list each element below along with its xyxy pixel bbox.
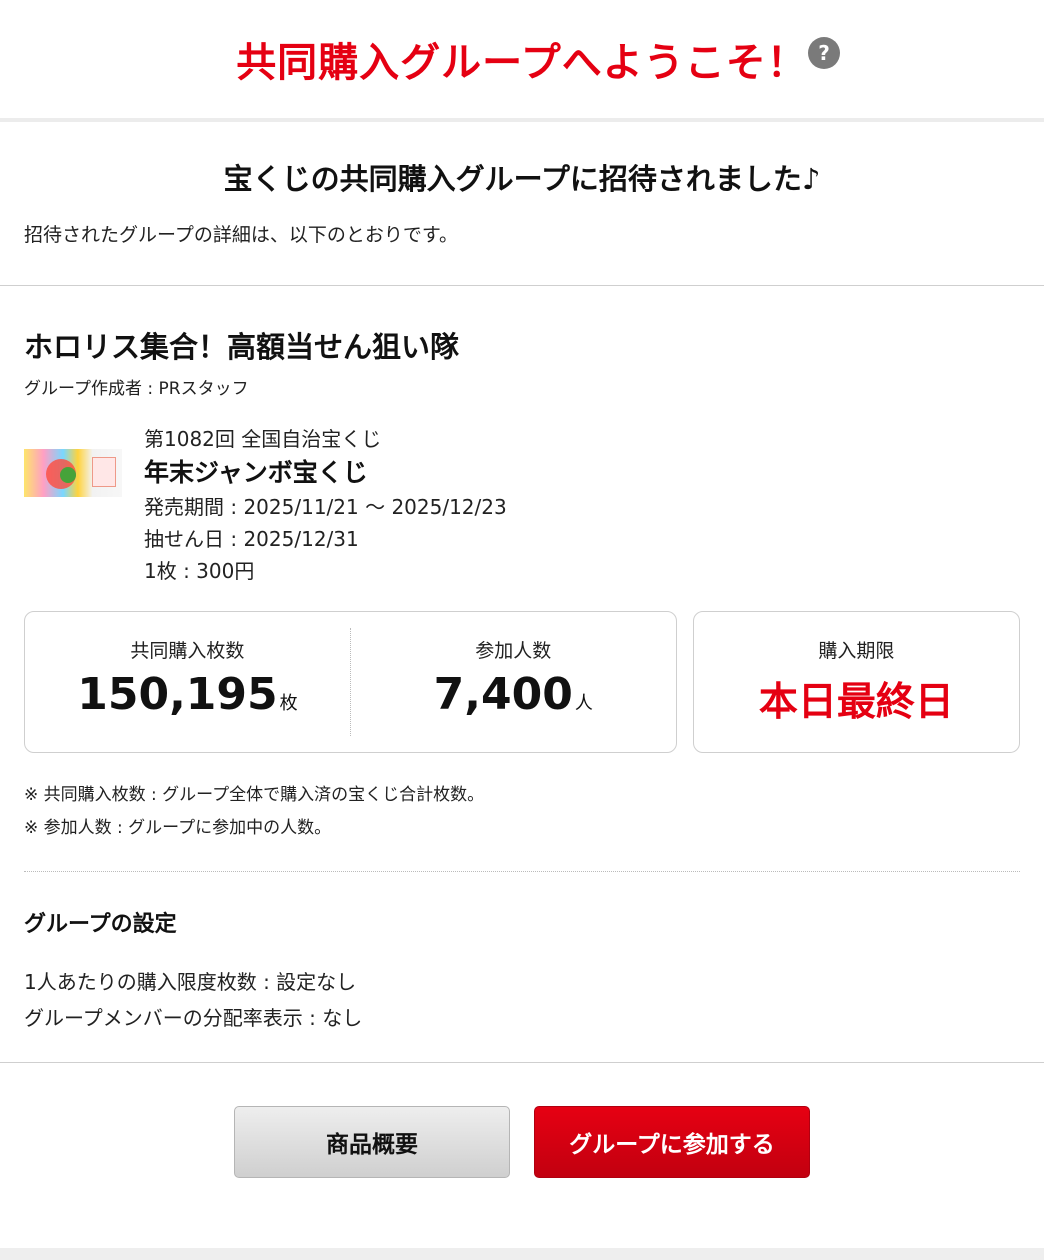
setting-purchase-limit: 1人あたりの購入限度枚数 : 設定なし	[24, 970, 357, 994]
stats-row: 共同購入枚数 150,195 枚 参加人数 7,400 人 購入期限 本日最終日	[24, 611, 1020, 753]
settings-heading: グループの設定	[24, 912, 177, 937]
group-name: ホロリス集合！高額当せん狙い隊	[24, 330, 460, 364]
lottery-details: 第1082回 全国自治宝くじ 年末ジャンボ宝くじ 発売期間 : 2025/11/…	[144, 423, 507, 587]
invite-section: 宝くじの共同購入グループに招待されました♪ 招待されたグループの詳細は、以下のと…	[0, 122, 1044, 286]
stats-box-counts: 共同購入枚数 150,195 枚 参加人数 7,400 人	[24, 611, 677, 753]
note-members: ※ 参加人数 : グループに参加中の人数。	[24, 818, 332, 838]
notes: ※ 共同購入枚数 : グループ全体で購入済の宝くじ合計枚数。 ※ 参加人数 : …	[24, 779, 1020, 845]
footer-bar	[0, 1248, 1044, 1260]
lottery-info-block: 第1082回 全国自治宝くじ 年末ジャンボ宝くじ 発売期間 : 2025/11/…	[24, 423, 1020, 587]
deadline-value: 本日最終日	[758, 680, 954, 725]
lottery-price: 1枚 : 300円	[144, 559, 255, 583]
deadline-label: 購入期限	[818, 640, 895, 662]
stat-members-value-row: 7,400 人	[434, 669, 593, 720]
stat-members-unit: 人	[574, 693, 593, 714]
lottery-round: 第1082回 全国自治宝くじ	[144, 427, 382, 451]
lottery-name: 年末ジャンボ宝くじ	[144, 458, 368, 487]
action-buttons: 商品概要 グループに参加する	[0, 1106, 1044, 1178]
stat-tickets: 共同購入枚数 150,195 枚	[25, 612, 350, 752]
stat-tickets-unit: 枚	[279, 693, 298, 714]
stats-box-deadline: 購入期限 本日最終日	[692, 611, 1020, 753]
lottery-ticket-image	[24, 449, 122, 497]
stat-tickets-label: 共同購入枚数	[130, 640, 245, 662]
note-tickets: ※ 共同購入枚数 : グループ全体で購入済の宝くじ合計枚数。	[24, 785, 485, 805]
stat-members-label: 参加人数	[475, 640, 552, 662]
settings-list: 1人あたりの購入限度枚数 : 設定なし グループメンバーの分配率表示 : なし	[24, 964, 1020, 1036]
settings-section: グループの設定 1人あたりの購入限度枚数 : 設定なし グループメンバーの分配率…	[24, 872, 1020, 1036]
help-icon[interactable]: ?	[808, 37, 840, 69]
stat-tickets-value-row: 150,195 枚	[77, 669, 297, 720]
setting-distribution-display: グループメンバーの分配率表示 : なし	[24, 1006, 363, 1030]
product-overview-button[interactable]: 商品概要	[234, 1106, 510, 1178]
invite-description: 招待されたグループの詳細は、以下のとおりです。	[24, 224, 458, 246]
lottery-draw-date: 抽せん日 : 2025/12/31	[144, 527, 359, 551]
lottery-sale-period: 発売期間 : 2025/11/21 ～ 2025/12/23	[144, 495, 507, 519]
join-group-button[interactable]: グループに参加する	[534, 1106, 810, 1178]
group-section: ホロリス集合！高額当せん狙い隊 グループ作成者 : PRスタッフ 第1082回 …	[0, 286, 1044, 1036]
group-creator: グループ作成者 : PRスタッフ	[24, 379, 249, 399]
stat-tickets-value: 150,195	[77, 669, 278, 720]
actions-divider	[0, 1062, 1044, 1063]
stat-members-value: 7,400	[433, 669, 573, 720]
stat-members: 参加人数 7,400 人	[351, 612, 676, 752]
page-header: 共同購入グループへようこそ！ ?	[0, 0, 1044, 118]
page-title: 共同購入グループへようこそ！	[236, 40, 808, 86]
invite-heading: 宝くじの共同購入グループに招待されました♪	[223, 162, 821, 196]
